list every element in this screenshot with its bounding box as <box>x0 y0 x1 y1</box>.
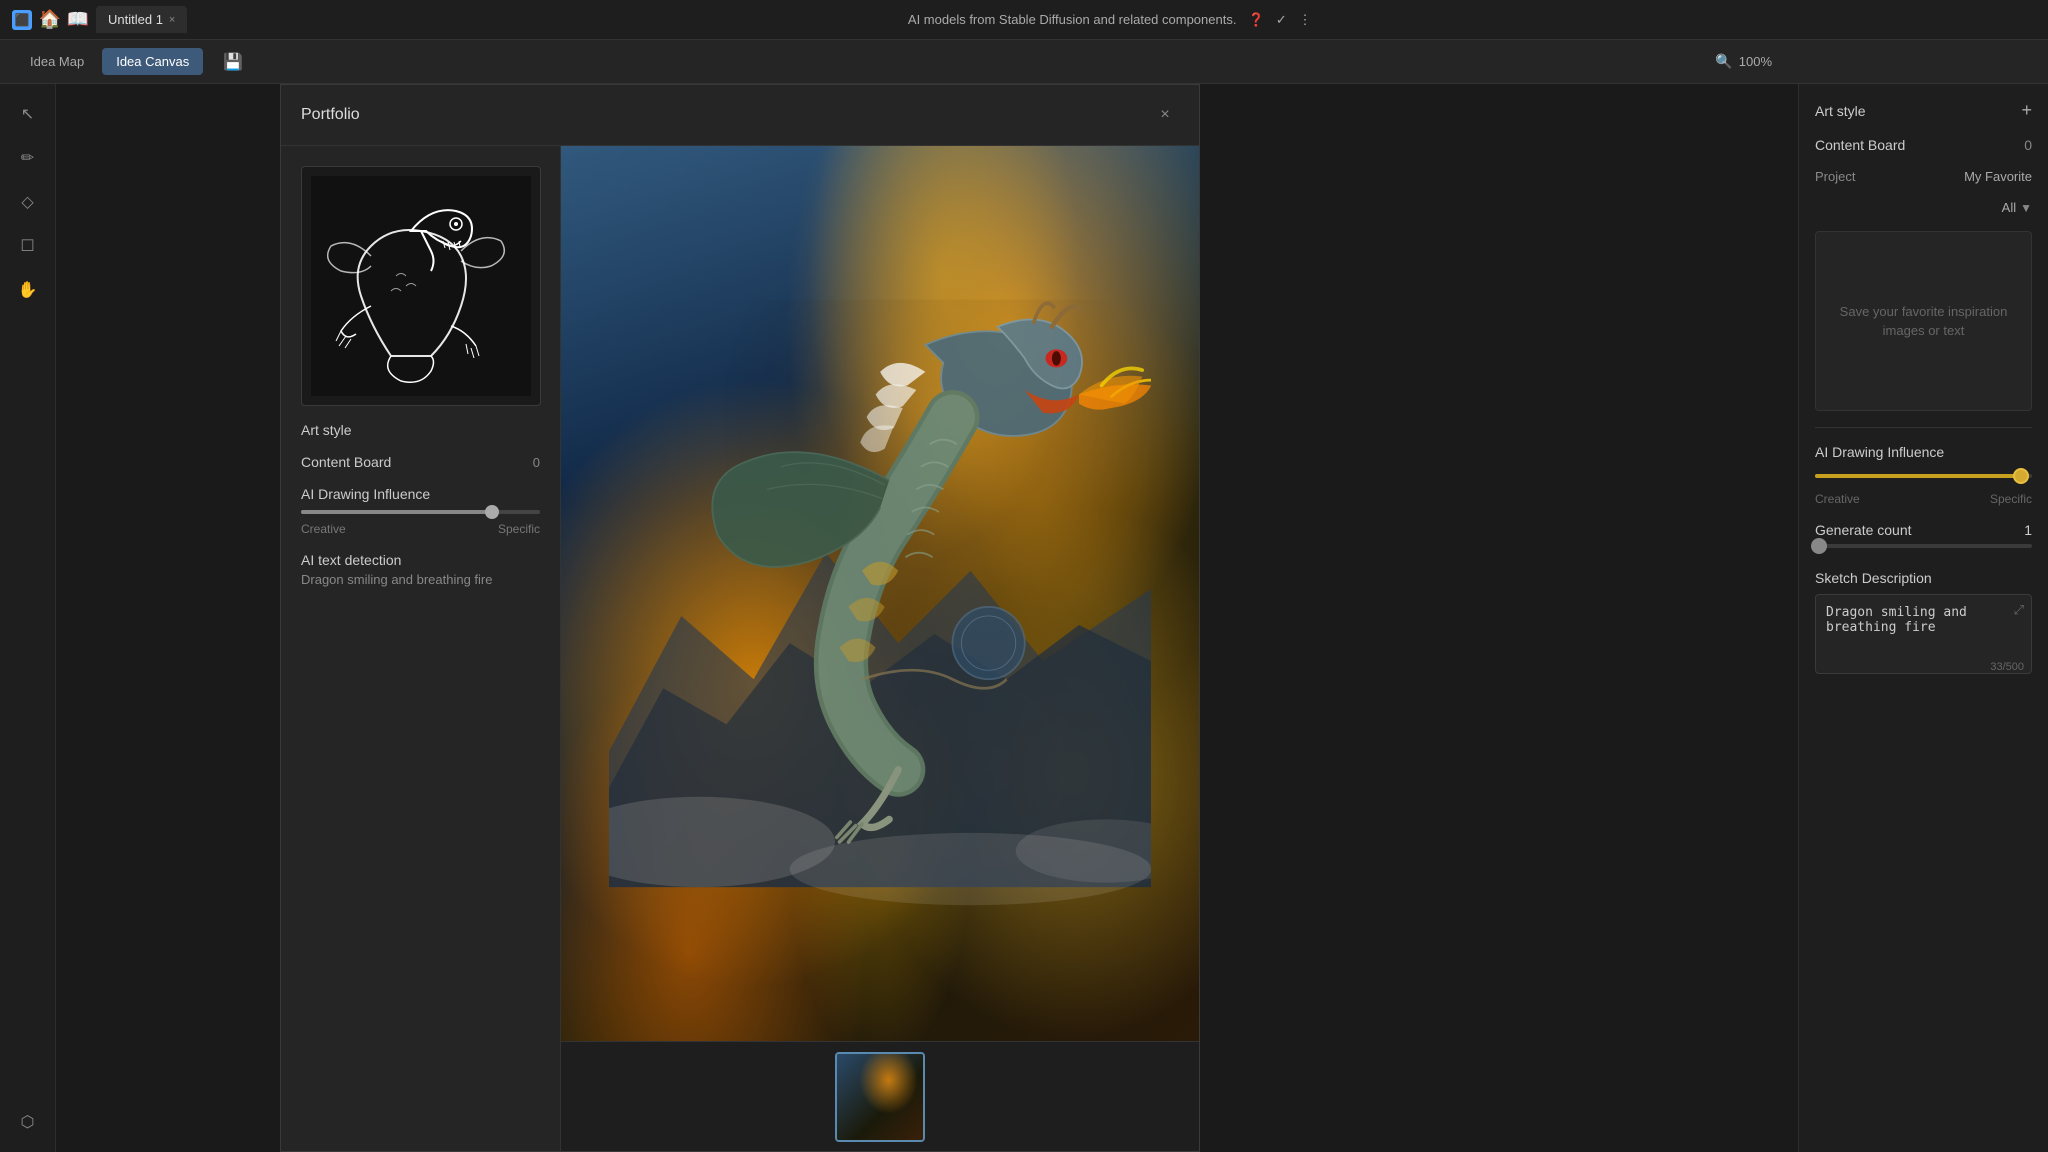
art-style-section: Art style <box>301 422 540 438</box>
chevron-down-icon[interactable]: ▼ <box>2020 201 2032 215</box>
ai-drawing-slider-labels: Creative Specific <box>301 522 540 536</box>
right-project-row: Project My Favorite <box>1815 169 2032 184</box>
ai-drawing-slider-track[interactable] <box>301 510 540 514</box>
right-content-board-row: Content Board 0 <box>1815 137 2032 153</box>
dragon-svg-large <box>609 213 1151 974</box>
ai-drawing-slider-fill <box>301 510 492 514</box>
right-ai-drawing-slider-track[interactable] <box>1815 474 2032 478</box>
app-toolbar: Idea Map Idea Canvas 💾 🔍 100% <box>0 40 2048 84</box>
right-content-board-label: Content Board <box>1815 137 1905 153</box>
portfolio-modal: Portfolio × <box>280 84 1200 1152</box>
content-board-placeholder: Save your favorite inspiration images or… <box>1815 231 2032 411</box>
left-sidebar: ↖ ✏ ◇ ☐ ✋ ⬡ <box>0 84 56 1152</box>
right-generate-count-row: Generate count 1 <box>1815 522 2032 538</box>
title-bar: ⬛ 🏠 📖 Untitled 1 × AI models from Stable… <box>0 0 2048 40</box>
content-board-label: Content Board <box>301 454 391 470</box>
right-project-label: Project <box>1815 169 1855 184</box>
tool-pen[interactable]: ✏ <box>10 140 46 176</box>
sketch-preview <box>301 166 541 406</box>
right-generate-count-value: 1 <box>2024 522 2032 538</box>
title-bar-message: AI models from Stable Diffusion and rela… <box>187 12 2032 28</box>
right-ai-drawing-slider-fill <box>1815 474 2021 478</box>
modal-body: Art style Content Board 0 AI Drawing Inf… <box>281 146 1199 1151</box>
content-board-row: Content Board 0 <box>301 454 540 470</box>
tab-idea-map[interactable]: Idea Map <box>16 48 98 75</box>
right-art-style-row: Art style + <box>1815 100 2032 121</box>
tool-export[interactable]: ⬡ <box>10 1104 46 1140</box>
right-specific-label: Specific <box>1990 492 2032 506</box>
modal-left-panel: Art style Content Board 0 AI Drawing Inf… <box>281 146 561 1151</box>
art-style-label: Art style <box>301 422 540 438</box>
ai-text-detection-label: AI text detection <box>301 552 540 568</box>
right-ai-drawing-slider-labels: Creative Specific <box>1815 492 2032 506</box>
right-creative-label: Creative <box>1815 492 1860 506</box>
thumbnail-image <box>837 1054 923 1140</box>
expand-icon[interactable]: ⤢ <box>2014 602 2024 618</box>
ai-drawing-influence-section: AI Drawing Influence Creative Specific <box>301 486 540 536</box>
thumbnail-item[interactable] <box>835 1052 925 1142</box>
right-sketch-desc-count: 33/500 <box>1990 661 2024 673</box>
save-button[interactable]: 💾 <box>215 48 251 76</box>
right-dropdown-row: All ▼ <box>1815 200 2032 215</box>
book-icon[interactable]: 📖 <box>68 10 88 30</box>
section-divider <box>1815 427 2032 428</box>
right-content-board-value: 0 <box>2024 137 2032 153</box>
tab-idea-canvas[interactable]: Idea Canvas <box>102 48 203 75</box>
main-image-area <box>561 146 1199 1041</box>
search-icon[interactable]: 🔍 <box>1715 53 1732 70</box>
right-art-style-add-button[interactable]: + <box>2021 100 2032 121</box>
right-project-value: My Favorite <box>1964 169 2032 184</box>
tool-rectangle[interactable]: ☐ <box>10 228 46 264</box>
dragon-image <box>561 146 1199 1041</box>
window-icon: ⬛ <box>12 10 32 30</box>
modal-close-button[interactable]: × <box>1151 101 1179 129</box>
right-sketch-desc-wrapper: ⤢ 33/500 <box>1815 594 2032 679</box>
tab-title: Untitled 1 <box>108 12 163 27</box>
thumbnail-bar <box>561 1041 1199 1151</box>
right-dropdown-value: All <box>2002 200 2016 215</box>
ai-drawing-label: AI Drawing Influence <box>301 486 540 502</box>
ai-text-detection-section: AI text detection Dragon smiling and bre… <box>301 552 540 587</box>
zoom-level: 100% <box>1739 54 1772 69</box>
ai-drawing-slider-container <box>301 510 540 514</box>
specific-label: Specific <box>498 522 540 536</box>
tool-hand[interactable]: ✋ <box>10 272 46 308</box>
ai-text-detection-value: Dragon smiling and breathing fire <box>301 572 540 587</box>
right-ai-drawing-section: AI Drawing Influence Creative Specific <box>1815 444 2032 506</box>
tool-select[interactable]: ↖ <box>10 96 46 132</box>
right-ai-drawing-slider-thumb[interactable] <box>2013 468 2029 484</box>
home-icon[interactable]: 🏠 <box>40 10 60 30</box>
active-tab[interactable]: Untitled 1 × <box>96 6 187 33</box>
content-board-value: 0 <box>533 455 540 470</box>
right-art-style-label: Art style <box>1815 103 1866 119</box>
right-settings-panel: Art style + Content Board 0 Project My F… <box>1798 84 2048 1152</box>
right-gen-count-slider-track[interactable] <box>1815 544 2032 548</box>
sketch-svg <box>311 176 531 396</box>
modal-header: Portfolio × <box>281 85 1199 146</box>
right-sketch-desc-label: Sketch Description <box>1815 570 2032 586</box>
right-generate-count-section: Generate count 1 <box>1815 522 2032 554</box>
dragon-body <box>561 146 1199 1041</box>
right-gen-count-slider-thumb[interactable] <box>1811 538 1827 554</box>
modal-title: Portfolio <box>301 106 360 124</box>
title-bar-left: ⬛ 🏠 📖 Untitled 1 × <box>0 6 187 33</box>
creative-label: Creative <box>301 522 346 536</box>
tab-close-button[interactable]: × <box>169 14 175 26</box>
modal-right-panel <box>561 146 1199 1151</box>
right-ai-drawing-label: AI Drawing Influence <box>1815 444 2032 460</box>
right-sketch-desc-section: Sketch Description ⤢ 33/500 <box>1815 570 2032 679</box>
tool-shape[interactable]: ◇ <box>10 184 46 220</box>
right-generate-count-label: Generate count <box>1815 522 1912 538</box>
ai-drawing-slider-thumb[interactable] <box>485 505 499 519</box>
